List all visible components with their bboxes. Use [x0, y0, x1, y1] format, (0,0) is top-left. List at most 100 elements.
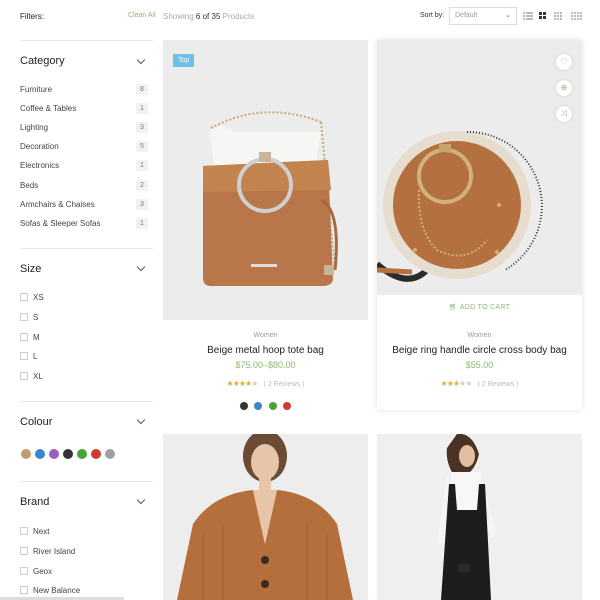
product-title[interactable]: Beige ring handle circle cross body bag	[377, 345, 582, 356]
category-count: 2	[136, 180, 148, 191]
category-item-furniture[interactable]: Furniture 8	[20, 84, 148, 97]
category-item-armchairs[interactable]: Armchairs & Chaises 3	[20, 199, 148, 212]
category-item-decoration[interactable]: Decoration 5	[20, 141, 148, 154]
star-icon: ★★★	[440, 379, 460, 388]
grid-3-view-icon[interactable]	[554, 12, 564, 20]
category-count: 3	[136, 122, 148, 133]
color-option-black[interactable]	[240, 402, 249, 410]
product-category[interactable]: Women	[377, 332, 582, 339]
product-card[interactable]: Top Women Beige metal hoop tote bag $75.…	[163, 40, 368, 420]
category-label: Sofas & Sleeper Sofas	[20, 219, 101, 228]
checkbox[interactable]	[20, 547, 28, 555]
colour-swatch[interactable]	[35, 449, 45, 459]
chevron-down-icon[interactable]	[136, 415, 146, 425]
product-image[interactable]	[377, 434, 582, 600]
showing-suffix: Products	[222, 12, 255, 21]
color-option-blue[interactable]	[254, 402, 263, 410]
colour-swatch[interactable]	[105, 449, 115, 459]
checkbox[interactable]	[20, 527, 28, 535]
category-item-electronics[interactable]: Electronics 1	[20, 160, 148, 173]
product-title[interactable]: Beige metal hoop tote bag	[163, 345, 368, 356]
colour-swatch[interactable]	[63, 449, 73, 459]
category-count: 3	[136, 199, 148, 210]
product-image[interactable]	[377, 40, 582, 294]
chevron-down-icon[interactable]	[136, 55, 146, 65]
compare-icon[interactable]: ⊕	[556, 80, 572, 96]
shuffle-icon[interactable]: ⤨	[556, 106, 572, 122]
category-count: 8	[136, 84, 148, 95]
product-card[interactable]: ♡ ⊕ ⤨ 🛒︎ ADD TO CART Women Beige ring ha…	[377, 40, 582, 410]
showing-prefix: Showing	[163, 12, 194, 21]
sort-select[interactable]: Default ⌄	[449, 7, 517, 25]
cart-icon: 🛒︎	[448, 304, 458, 311]
sidebar-divider	[20, 401, 153, 402]
add-to-cart-button[interactable]: 🛒︎ ADD TO CART	[377, 294, 582, 320]
review-count[interactable]: ( 2 Reviews )	[478, 381, 519, 388]
product-price: $75.00–$80.00	[235, 360, 296, 370]
product-rating: ★★★★★ ( 2 Reviews )	[163, 379, 368, 388]
colour-swatch[interactable]	[91, 449, 101, 459]
heart-icon[interactable]: ♡	[556, 54, 572, 70]
product-card[interactable]	[377, 434, 582, 600]
rating-stars: ★★★★★	[226, 379, 259, 388]
star-icon: ★★★★	[226, 379, 253, 388]
category-label: Coffee & Tables	[20, 104, 77, 113]
checkbox[interactable]	[20, 586, 28, 594]
size-label: M	[33, 333, 40, 342]
clean-all-link[interactable]: Clean All	[128, 12, 156, 19]
list-view-icon[interactable]	[523, 12, 533, 20]
colour-swatch[interactable]	[77, 449, 87, 459]
category-count: 1	[136, 103, 148, 114]
sidebar-divider	[20, 40, 153, 41]
toolbar: Filters: Clean All Showing 6 of 35 Produ…	[0, 0, 600, 36]
category-item-coffee-tables[interactable]: Coffee & Tables 1	[20, 103, 148, 116]
category-title: Category	[20, 55, 65, 67]
category-item-lighting[interactable]: Lighting 3	[20, 122, 148, 135]
star-icon: ★	[251, 379, 258, 388]
product-image[interactable]	[163, 40, 368, 320]
colour-swatch[interactable]	[21, 449, 31, 459]
sort-value: Default	[455, 12, 478, 19]
checkbox[interactable]	[20, 567, 28, 575]
chevron-down-icon[interactable]	[136, 262, 146, 272]
product-category[interactable]: Women	[163, 332, 368, 339]
color-option-green[interactable]	[268, 402, 277, 410]
color-option-red[interactable]	[282, 402, 291, 410]
product-image[interactable]	[163, 434, 368, 600]
size-title: Size	[20, 263, 42, 275]
filters-label: Filters:	[20, 12, 44, 21]
category-label: Furniture	[20, 85, 53, 94]
size-label: XL	[33, 372, 43, 381]
brand-title: Brand	[20, 496, 50, 508]
checkbox[interactable]	[20, 313, 28, 321]
category-label: Beds	[20, 181, 39, 190]
review-count[interactable]: ( 2 Reviews )	[264, 381, 305, 388]
checkbox[interactable]	[20, 352, 28, 360]
brand-label: Next	[33, 527, 50, 536]
top-badge: Top	[173, 54, 195, 67]
category-item-sofas[interactable]: Sofas & Sleeper Sofas 1	[20, 218, 148, 231]
star-icon: ★★	[459, 379, 472, 388]
category-label: Decoration	[20, 142, 59, 151]
brand-label: New Balance	[33, 586, 81, 595]
grid-2-view-icon[interactable]	[539, 12, 549, 20]
checkbox[interactable]	[20, 372, 28, 380]
chevron-down-icon[interactable]	[136, 495, 146, 505]
category-count: 5	[136, 141, 148, 152]
sort-label: Sort by:	[420, 12, 445, 19]
sidebar-divider	[20, 248, 153, 249]
checkbox[interactable]	[20, 293, 28, 301]
showing-range: 6 of 35	[195, 12, 221, 21]
colour-swatch[interactable]	[49, 449, 59, 459]
chevron-down-icon: ⌄	[505, 12, 511, 19]
grid-4-view-icon[interactable]	[571, 12, 582, 20]
category-item-beds[interactable]: Beds 2	[20, 180, 148, 193]
checkbox[interactable]	[20, 333, 28, 341]
category-label: Electronics	[20, 161, 60, 170]
category-count: 1	[136, 160, 148, 171]
color-options	[163, 402, 368, 412]
product-card[interactable]	[163, 434, 368, 600]
add-to-cart-label: ADD TO CART	[459, 304, 511, 311]
results-count: Showing 6 of 35 Products	[163, 12, 254, 21]
size-label: XS	[33, 293, 44, 302]
